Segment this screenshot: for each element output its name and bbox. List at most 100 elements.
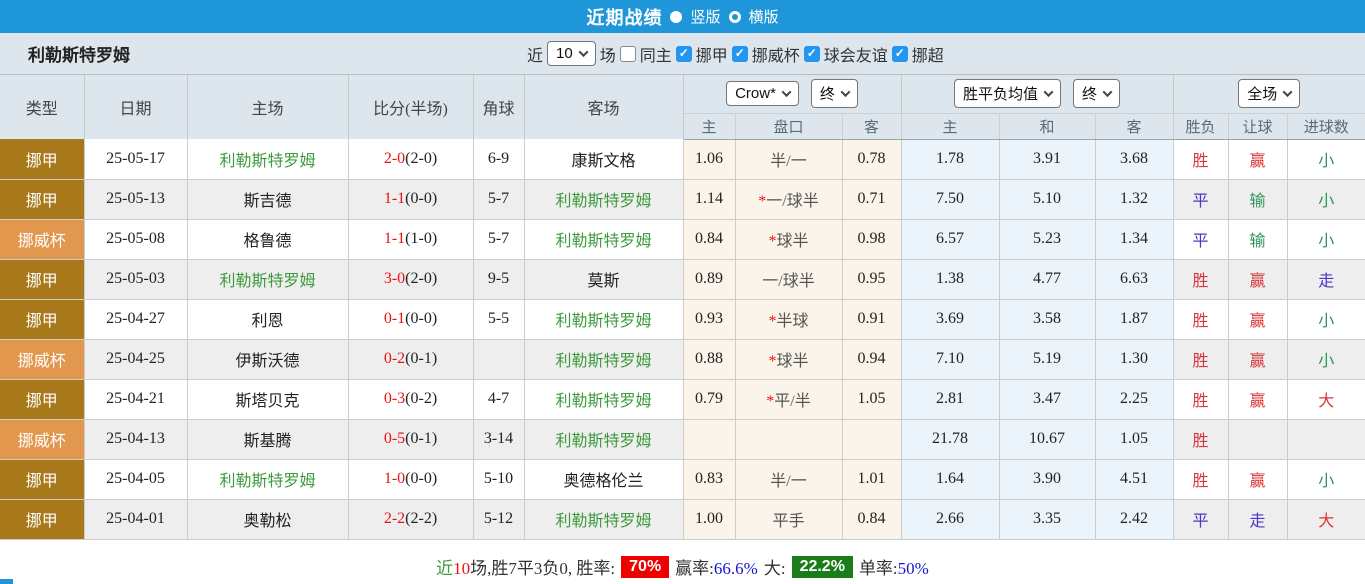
europe-home-odds: 1.78 xyxy=(901,139,999,179)
goals-result: 小 xyxy=(1287,219,1365,259)
league-checkbox-cup[interactable] xyxy=(732,46,748,62)
match-result: 胜 xyxy=(1173,299,1228,339)
handicap-away-odds: 0.84 xyxy=(842,499,901,539)
europe-odds-select[interactable]: 胜平负均值 xyxy=(954,79,1061,108)
recent-count-select[interactable]: 10 xyxy=(547,41,596,66)
league-badge: 挪威杯 xyxy=(0,419,84,459)
fulltime-score: 1-1 xyxy=(384,230,405,247)
score-cell: 1-0(0-0) xyxy=(348,459,473,499)
league-checkbox-friendly[interactable] xyxy=(804,46,820,62)
halftime-score: (2-2) xyxy=(405,510,437,527)
league-checkbox-nachao[interactable] xyxy=(892,46,908,62)
europe-home-odds: 7.10 xyxy=(901,339,999,379)
col-header-home: 主场 xyxy=(187,75,348,139)
goals-result: 小 xyxy=(1287,179,1365,219)
odds-company-select[interactable]: Crow* xyxy=(726,81,799,106)
odds-time-select[interactable]: 终 xyxy=(811,79,858,108)
europe-home-odds: 6.57 xyxy=(901,219,999,259)
handicap-line: 半/一 xyxy=(735,459,842,499)
filter-bar: 利勒斯特罗姆 近 10 场 同主 挪甲 挪威杯 球会友谊 挪超 xyxy=(0,33,1365,75)
score-cell: 0-2(0-1) xyxy=(348,339,473,379)
handicap-result: 赢 xyxy=(1228,139,1287,179)
match-date: 25-05-13 xyxy=(84,179,187,219)
same-home-checkbox[interactable] xyxy=(620,46,636,62)
goals-result: 大 xyxy=(1287,499,1365,539)
handicap-away-odds: 0.91 xyxy=(842,299,901,339)
handicap-line: 一/球半 xyxy=(735,259,842,299)
match-date: 25-05-17 xyxy=(84,139,187,179)
single-rate-label: 单率: xyxy=(859,559,898,578)
handicap-line: *一/球半 xyxy=(735,179,842,219)
home-team: 利勒斯特罗姆 xyxy=(187,259,348,299)
goals-result: 小 xyxy=(1287,139,1365,179)
matches-table-wrap: 类型 日期 主场 比分(半场) 角球 客场 Crow* 终 xyxy=(0,75,1365,540)
subheader-hcap-home: 主 xyxy=(683,113,735,139)
league-checkbox-naga[interactable] xyxy=(676,46,692,62)
europe-away-odds: 2.25 xyxy=(1095,379,1173,419)
score-cell: 3-0(2-0) xyxy=(348,259,473,299)
subheader-eu-home: 主 xyxy=(901,113,999,139)
recent-count-value: 10 xyxy=(556,45,573,62)
europe-away-odds: 2.42 xyxy=(1095,499,1173,539)
europe-time-value: 终 xyxy=(1082,83,1097,104)
home-team: 斯吉德 xyxy=(187,179,348,219)
same-home-label[interactable]: 同主 xyxy=(640,42,672,66)
recent-suffix-label: 场 xyxy=(600,42,616,66)
goals-result: 小 xyxy=(1287,339,1365,379)
corner-count: 5-5 xyxy=(473,299,524,339)
single-rate-value: 50% xyxy=(898,559,929,578)
match-scope-value: 全场 xyxy=(1247,83,1277,104)
halftime-score: (0-1) xyxy=(405,430,437,447)
handicap-line: *球半 xyxy=(735,219,842,259)
handicap-home-odds xyxy=(683,419,735,459)
match-date: 25-04-25 xyxy=(84,339,187,379)
table-row: 挪甲 25-04-27 利恩 0-1(0-0) 5-5 利勒斯特罗姆 0.93 … xyxy=(0,299,1365,339)
handicap-away-odds: 0.71 xyxy=(842,179,901,219)
fulltime-score: 0-1 xyxy=(384,310,405,327)
corner-count: 5-12 xyxy=(473,499,524,539)
goals-result: 小 xyxy=(1287,299,1365,339)
handicap-home-odds: 0.89 xyxy=(683,259,735,299)
league-label-nachao[interactable]: 挪超 xyxy=(912,42,944,66)
summary-recent-label: 近 xyxy=(436,559,453,578)
table-row: 挪威杯 25-05-08 格鲁德 1-1(1-0) 5-7 利勒斯特罗姆 0.8… xyxy=(0,219,1365,259)
match-scope-select[interactable]: 全场 xyxy=(1238,79,1300,108)
horizontal-layout-radio-icon[interactable] xyxy=(729,11,741,23)
horizontal-layout-label[interactable]: 横版 xyxy=(749,6,779,27)
fulltime-score: 2-2 xyxy=(384,510,405,527)
handicap-result xyxy=(1228,419,1287,459)
league-label-friendly[interactable]: 球会友谊 xyxy=(824,42,888,66)
score-cell: 0-5(0-1) xyxy=(348,419,473,459)
match-date: 25-04-13 xyxy=(84,419,187,459)
col-header-corner: 角球 xyxy=(473,75,524,139)
goals-result xyxy=(1287,419,1365,459)
summary-recent-n: 10 xyxy=(453,559,470,578)
halftime-score: (2-0) xyxy=(405,270,437,287)
table-row: 挪甲 25-04-05 利勒斯特罗姆 1-0(0-0) 5-10 奥德格伦兰 0… xyxy=(0,459,1365,499)
handicap-line: *半球 xyxy=(735,299,842,339)
handicap-home-odds: 0.84 xyxy=(683,219,735,259)
win-rate-badge: 70% xyxy=(621,556,669,578)
fulltime-score: 1-1 xyxy=(384,190,405,207)
home-team: 利恩 xyxy=(187,299,348,339)
score-cell: 1-1(1-0) xyxy=(348,219,473,259)
vertical-layout-radio-icon[interactable] xyxy=(670,11,682,23)
league-badge: 挪甲 xyxy=(0,379,84,419)
europe-home-odds: 3.69 xyxy=(901,299,999,339)
league-label-naga[interactable]: 挪甲 xyxy=(696,42,728,66)
match-result: 胜 xyxy=(1173,339,1228,379)
europe-home-odds: 21.78 xyxy=(901,419,999,459)
europe-home-odds: 1.38 xyxy=(901,259,999,299)
handicap-away-odds xyxy=(842,419,901,459)
chevron-down-icon xyxy=(840,87,850,97)
table-row: 挪甲 25-04-01 奥勒松 2-2(2-2) 5-12 利勒斯特罗姆 1.0… xyxy=(0,499,1365,539)
europe-away-odds: 6.63 xyxy=(1095,259,1173,299)
league-label-cup[interactable]: 挪威杯 xyxy=(752,42,800,66)
home-team: 斯塔贝克 xyxy=(187,379,348,419)
vertical-layout-label[interactable]: 竖版 xyxy=(690,6,720,27)
subheader-hcap-away: 客 xyxy=(842,113,901,139)
away-team: 康斯文格 xyxy=(524,139,683,179)
handicap-home-odds: 1.14 xyxy=(683,179,735,219)
europe-time-select[interactable]: 终 xyxy=(1073,79,1120,108)
goals-result: 小 xyxy=(1287,459,1365,499)
